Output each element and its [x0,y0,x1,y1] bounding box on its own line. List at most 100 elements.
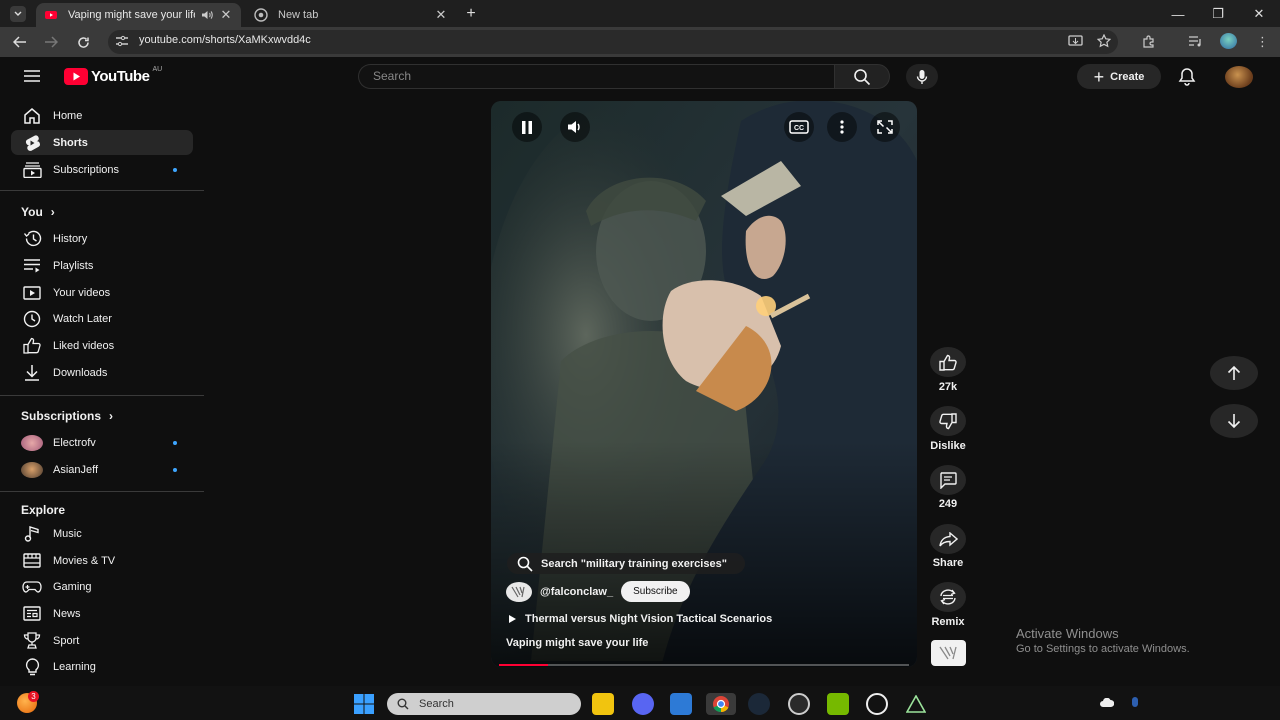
nvidia-icon[interactable] [827,693,849,715]
store-icon[interactable] [670,693,692,715]
audio-playing-icon[interactable] [201,10,213,20]
sidebar-item-label: Downloads [53,366,108,379]
play-icon [509,615,516,623]
file-explorer-icon[interactable] [592,693,614,715]
media-control-icon[interactable] [1188,35,1203,47]
sidebar-item-downloads[interactable]: Downloads [11,360,193,385]
site-info-icon[interactable] [115,35,129,47]
obs-icon[interactable] [866,693,888,715]
forward-button[interactable] [41,32,61,52]
share-button[interactable] [930,524,966,554]
sidebar-item-movies-tv[interactable]: Movies & TV [11,548,193,573]
sidebar-item-sport[interactable]: Sport [11,628,193,653]
bookmark-star-icon[interactable] [1097,34,1111,48]
fullscreen-button[interactable] [870,112,900,142]
history-icon [11,230,53,247]
watermark-line-1: Activate Windows [1016,626,1119,641]
channel-name: Electrofv [53,436,96,449]
video-title[interactable]: Vaping might save your life [506,637,648,649]
notifications-bell-icon[interactable] [1178,67,1196,86]
dislike-button[interactable] [930,406,966,436]
onedrive-cloud-icon[interactable] [1100,698,1114,708]
next-short-button[interactable] [1210,404,1258,438]
chrome-taskbar-icon[interactable] [706,693,736,715]
app-icon[interactable] [788,693,810,715]
tab-search-button[interactable] [10,6,26,22]
subscriptions-icon [11,161,53,178]
sidebar-item-music[interactable]: Music [11,521,193,546]
comments-button[interactable] [930,465,966,495]
close-window-button[interactable]: ✕ [1244,4,1274,24]
profile-avatar[interactable] [1220,33,1237,49]
youtube-favicon-icon [44,8,58,22]
svg-text:CC: CC [794,125,804,132]
expand-icon [877,120,893,134]
subscribe-button[interactable]: Subscribe [621,581,690,602]
search-input[interactable]: Search [358,64,834,89]
reload-button[interactable] [73,32,93,52]
extensions-icon[interactable] [1142,35,1156,48]
browser-menu-icon[interactable]: ⋮ [1256,34,1269,50]
sidebar-divider [0,491,204,492]
sidebar-item-liked-videos[interactable]: Liked videos [11,333,193,358]
channel-logo[interactable] [506,581,532,602]
youtube-logo[interactable]: YouTube AU [64,66,162,85]
like-button[interactable] [930,347,966,377]
thumbs-down-icon [939,412,957,429]
sidebar-subscriptions-heading[interactable]: Subscriptions › [21,409,113,423]
channel-avatar [21,434,43,451]
news-icon [11,606,53,621]
sidebar-item-history[interactable]: History [11,226,193,251]
voice-search-button[interactable] [906,64,938,89]
share-arrow-icon [938,531,958,547]
account-avatar[interactable] [1225,66,1253,88]
install-app-icon[interactable] [1068,35,1083,47]
close-tab-icon[interactable]: ✕ [434,7,448,23]
browser-tab-new[interactable]: New tab ✕ [246,3,456,27]
volume-button[interactable] [560,112,590,142]
hamburger-menu-icon[interactable] [23,69,41,83]
pause-button[interactable] [512,112,542,142]
previous-short-button[interactable] [1210,356,1258,390]
sidebar-item-news[interactable]: News [11,601,193,626]
share-label: Share [932,557,964,569]
remix-button[interactable] [930,582,966,612]
related-video-link[interactable]: Thermal versus Night Vision Tactical Sce… [508,613,772,625]
sidebar-item-learning[interactable]: Learning [11,654,193,679]
back-button[interactable] [10,32,30,52]
movies-icon [11,553,53,568]
maximize-button[interactable]: ❐ [1203,4,1233,24]
sidebar-channel-electrofv[interactable]: Electrofv [11,430,193,455]
new-content-dot [173,167,177,172]
close-tab-icon[interactable]: ✕ [219,7,233,23]
sidebar-item-shorts[interactable]: Shorts [11,130,193,155]
sidebar-item-watch-later[interactable]: Watch Later [11,306,193,331]
new-tab-button[interactable]: + [462,5,480,23]
url-text[interactable]: youtube.com/shorts/XaMKxwvdd4c [139,34,311,46]
video-progress-bar[interactable] [499,664,909,666]
sidebar-item-gaming[interactable]: Gaming [11,574,193,599]
windows-start-icon[interactable] [353,693,375,715]
search-button[interactable] [834,64,890,89]
sidebar-channel-asianjeff[interactable]: AsianJeff [11,457,193,482]
create-label: Create [1110,70,1145,83]
sidebar-item-subscriptions[interactable]: Subscriptions [11,157,193,182]
captions-button[interactable]: CC [784,112,814,142]
create-button[interactable]: + Create [1077,64,1161,89]
sidebar-item-home[interactable]: Home [11,103,193,128]
sidebar-item-playlists[interactable]: Playlists [11,253,193,278]
audio-source-thumbnail[interactable] [931,640,966,666]
sidebar-item-your-videos[interactable]: Your videos [11,280,193,305]
more-options-button[interactable] [827,112,857,142]
minimize-button[interactable]: — [1163,4,1193,24]
discord-icon[interactable] [632,693,654,715]
browser-tab-active[interactable]: Vaping might save your life ✕ [36,3,241,27]
steam-icon[interactable] [748,693,770,715]
triangle-app-icon[interactable] [905,693,927,715]
channel-handle[interactable]: @falconclaw_ [540,586,613,598]
chrome-newtab-icon [254,8,268,22]
taskbar-search-box[interactable]: Search [387,693,581,715]
tray-app-icon[interactable] [1130,696,1140,710]
related-search-chip[interactable]: Search "military training exercises" [507,553,745,574]
sidebar-you-heading[interactable]: You › [21,205,55,219]
